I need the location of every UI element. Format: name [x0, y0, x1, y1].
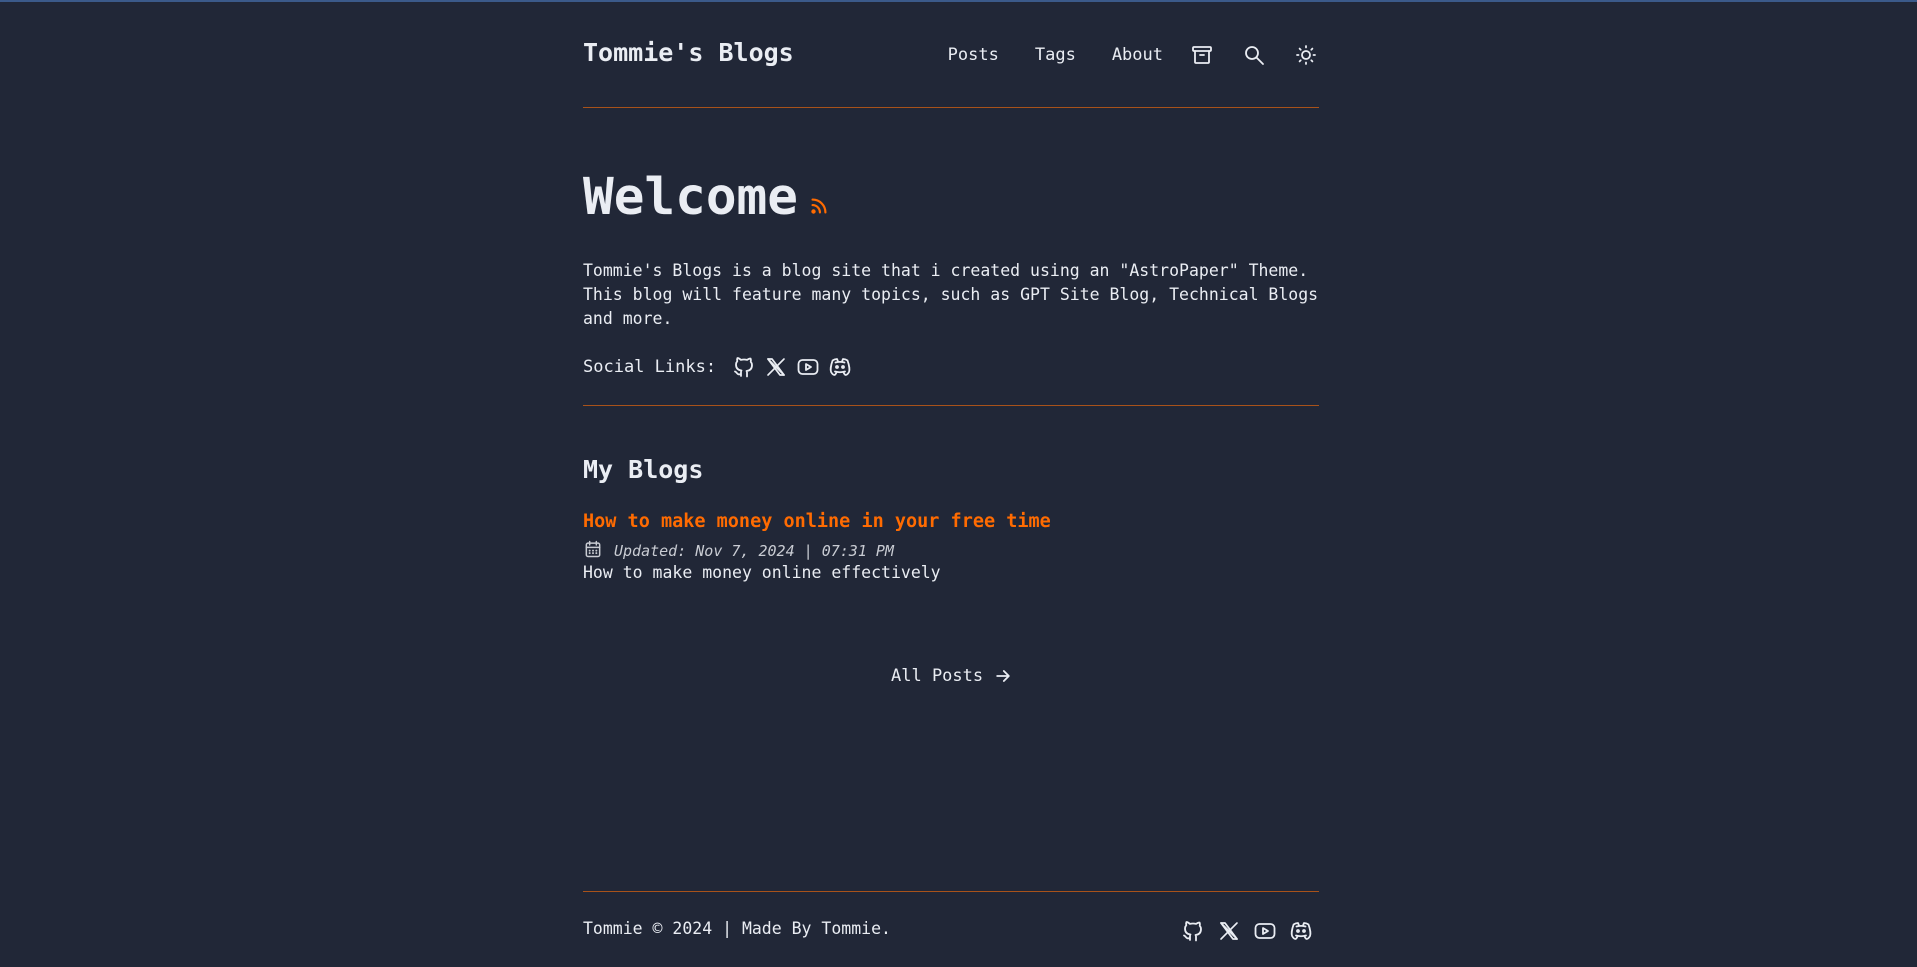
- x-icon[interactable]: [1211, 918, 1247, 944]
- footer-copyright: Tommie © 2024 | Made By Tommie.: [583, 919, 891, 938]
- post-date: Updated: Nov 7, 2024 | 07:31 PM: [614, 542, 894, 560]
- social-links-label: Social Links:: [583, 357, 717, 377]
- arrow-right-icon: [996, 670, 1010, 682]
- site-title-link[interactable]: Tommie's Blogs: [583, 38, 794, 67]
- nav-about[interactable]: About: [1112, 38, 1163, 72]
- search-icon[interactable]: [1241, 42, 1267, 68]
- post-title-link[interactable]: How to make money online in your free ti…: [583, 511, 1051, 532]
- welcome-row: Welcome: [583, 167, 830, 229]
- discord-icon[interactable]: [824, 351, 856, 383]
- social-links: Social Links:: [583, 351, 856, 383]
- footer-social-links: [1175, 918, 1319, 944]
- youtube-icon[interactable]: [1247, 918, 1283, 944]
- theme-toggle-sun-icon[interactable]: [1293, 42, 1319, 68]
- discord-icon[interactable]: [1283, 918, 1319, 944]
- all-posts-link[interactable]: All Posts: [891, 666, 1013, 686]
- post-meta: Updated: Nov 7, 2024 | 07:31 PM: [583, 539, 894, 563]
- archive-icon[interactable]: [1189, 42, 1215, 68]
- page-container: Tommie's Blogs Posts Tags About Welcome: [583, 0, 1319, 966]
- my-blogs-heading: My Blogs: [583, 455, 704, 484]
- youtube-icon[interactable]: [792, 351, 824, 383]
- github-icon[interactable]: [1175, 918, 1211, 944]
- rss-icon[interactable]: [798, 195, 830, 229]
- hero-section: Welcome Tommie's Blogs is a blog site th…: [583, 107, 1319, 406]
- x-icon[interactable]: [760, 351, 792, 383]
- nav-posts[interactable]: Posts: [948, 38, 999, 72]
- site-header: Tommie's Blogs Posts Tags About: [583, 0, 1319, 108]
- github-icon[interactable]: [728, 351, 760, 383]
- main-nav: Posts Tags About: [948, 38, 1319, 72]
- welcome-title: Welcome: [583, 168, 798, 227]
- intro-text: Tommie's Blogs is a blog site that i cre…: [583, 261, 1319, 328]
- post-description: How to make money online effectively: [583, 563, 941, 582]
- all-posts-label: All Posts: [891, 666, 984, 686]
- site-footer: Tommie © 2024 | Made By Tommie.: [583, 891, 1319, 967]
- calendar-icon: [583, 539, 614, 563]
- nav-tags[interactable]: Tags: [1035, 38, 1076, 72]
